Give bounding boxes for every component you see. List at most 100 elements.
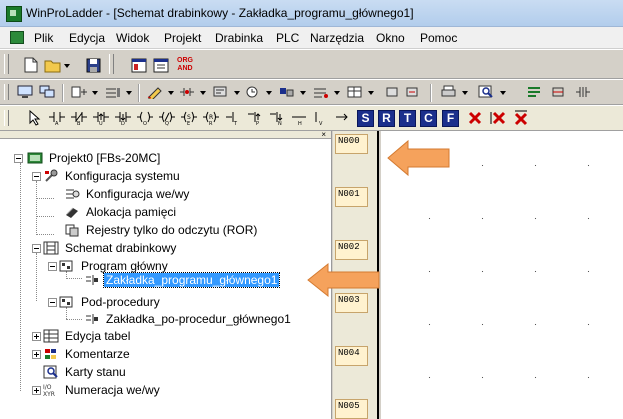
network-view-icon[interactable] (550, 83, 568, 101)
tree-node-status-cards[interactable]: Karty stanu (43, 363, 128, 381)
tree-node-comments[interactable]: Komentarze (32, 345, 132, 363)
menu-plik[interactable]: Plik (34, 31, 53, 45)
find-dropdown-arrow[interactable] (500, 91, 506, 95)
menu-widok[interactable]: Widok (116, 31, 149, 45)
contact-mode-icon[interactable] (178, 83, 196, 101)
compile-icon[interactable] (70, 83, 88, 101)
set-coil-icon[interactable]: SE (180, 109, 198, 127)
collapse-toggle[interactable] (14, 153, 23, 163)
io-config-icon[interactable] (312, 83, 330, 101)
menu-okno[interactable]: Okno (376, 31, 405, 45)
expand-toggle[interactable] (32, 331, 41, 341)
horizontal-line-icon[interactable]: H (290, 109, 308, 127)
toolbar-grip[interactable] (109, 54, 114, 74)
tools-icon[interactable] (384, 83, 402, 101)
menu-drabinka[interactable]: Drabinka (215, 31, 263, 45)
io-config-dropdown-arrow[interactable] (334, 91, 340, 95)
edit-mode-dropdown-arrow[interactable] (168, 91, 174, 95)
timer-t-button[interactable]: T (399, 110, 416, 127)
timer-icon[interactable] (244, 83, 262, 101)
app-icon[interactable] (6, 6, 22, 22)
tree-node-table-edit[interactable]: Edycja tabel (32, 327, 132, 345)
menu-pomoc[interactable]: Pomoc (420, 31, 457, 45)
nc-contact-icon[interactable]: B (70, 109, 88, 127)
contact-mode-dropdown-arrow[interactable] (200, 91, 206, 95)
document-system-icon[interactable] (10, 31, 24, 44)
settings-icon[interactable] (404, 83, 422, 101)
table-icon[interactable] (346, 83, 364, 101)
project-window-icon[interactable] (130, 56, 148, 74)
tree-node-ror[interactable]: Rejestry tylko do odczytu (ROR) (64, 221, 259, 239)
vertical-link-icon[interactable]: V (312, 109, 330, 127)
device-icon[interactable] (212, 83, 230, 101)
open-folder-icon[interactable] (44, 56, 62, 74)
function-arrow-icon[interactable] (334, 109, 352, 127)
down-contact-icon[interactable]: D (114, 109, 132, 127)
inverted-coil-icon[interactable]: Q (158, 109, 176, 127)
function-f-button[interactable]: F (442, 110, 459, 127)
set-s-button[interactable]: S (357, 110, 374, 127)
up-contact-icon[interactable]: U (92, 109, 110, 127)
vertical-line-icon[interactable]: T (224, 109, 242, 127)
collapse-toggle[interactable] (48, 261, 57, 271)
rung-label[interactable]: N005 (335, 399, 368, 419)
compile-dropdown-arrow[interactable] (92, 91, 98, 95)
save-icon[interactable] (84, 56, 102, 74)
org-and-button[interactable]: ORG AND (174, 54, 196, 76)
tree-node-memory-alloc[interactable]: Alokacja pamięci (64, 203, 178, 221)
menu-projekt[interactable]: Projekt (164, 31, 201, 45)
delete-element-icon[interactable] (466, 109, 484, 127)
select-pointer-icon[interactable] (26, 109, 44, 127)
monitor-icon[interactable] (16, 83, 34, 101)
open-dropdown-arrow[interactable] (64, 64, 70, 68)
menu-narzedzia[interactable]: Narzędzia (310, 31, 364, 45)
ladder-window-icon[interactable] (152, 56, 170, 74)
collapse-toggle[interactable] (48, 297, 57, 307)
tree-node-system-config[interactable]: Konfiguracja systemu (32, 167, 182, 185)
tree-node-subroutines[interactable]: Pod-procedury (48, 293, 162, 311)
negative-edge-icon[interactable]: N (268, 109, 286, 127)
collapse-toggle[interactable] (32, 243, 41, 253)
delete-horizontal-icon[interactable] (512, 109, 530, 127)
list-view-icon[interactable] (526, 83, 544, 101)
delete-vertical-icon[interactable] (488, 109, 506, 127)
online-icon[interactable] (38, 83, 56, 101)
menu-plc[interactable]: PLC (276, 31, 299, 45)
rung-label[interactable]: N001 (335, 187, 368, 207)
expand-toggle[interactable] (32, 349, 41, 359)
reset-coil-icon[interactable]: RR (202, 109, 220, 127)
tree-node-sub-tab[interactable]: Zakładka_po-procedur_głównego1 (84, 310, 293, 328)
table-dropdown-arrow[interactable] (368, 91, 374, 95)
collapse-toggle[interactable] (32, 171, 41, 181)
plc-run-icon[interactable] (104, 83, 122, 101)
print-icon[interactable] (440, 83, 458, 101)
expand-toggle[interactable] (32, 385, 41, 395)
register-dropdown-arrow[interactable] (300, 91, 306, 95)
rung-label[interactable]: N002 (335, 240, 368, 260)
menu-edycja[interactable]: Edycja (69, 31, 105, 45)
rung-label[interactable]: N004 (335, 346, 368, 366)
rung-label[interactable]: N000 (335, 134, 368, 154)
find-icon[interactable] (478, 83, 496, 101)
counter-c-button[interactable]: C (420, 110, 437, 127)
toolbar-grip[interactable] (4, 84, 9, 100)
register-icon[interactable] (278, 83, 296, 101)
reset-r-button[interactable]: R (378, 110, 395, 127)
tree-node-ladder[interactable]: Schemat drabinkowy (32, 239, 178, 257)
no-contact-icon[interactable]: A (48, 109, 66, 127)
tree-node-io-config[interactable]: Konfiguracja we/wy (64, 185, 191, 203)
toolbar-grip[interactable] (4, 54, 9, 74)
tree-node-project[interactable]: Projekt0 [FBs-20MC] (14, 149, 162, 167)
toolbar-grip[interactable] (4, 110, 9, 126)
edit-mode-icon[interactable] (146, 83, 164, 101)
plc-run-dropdown-arrow[interactable] (126, 91, 132, 95)
print-dropdown-arrow[interactable] (462, 91, 468, 95)
new-file-icon[interactable] (22, 56, 40, 74)
device-dropdown-arrow[interactable] (234, 91, 240, 95)
tree-node-main-tab[interactable]: Zakładka_programu_głównego1 (84, 271, 281, 289)
close-icon[interactable]: × (321, 131, 326, 139)
coil-icon[interactable]: O (136, 109, 154, 127)
tree-node-io-numbering[interactable]: I/O XYR Numeracja we/wy (32, 381, 162, 399)
timer-dropdown-arrow[interactable] (266, 91, 272, 95)
signal-icon[interactable] (574, 83, 592, 101)
